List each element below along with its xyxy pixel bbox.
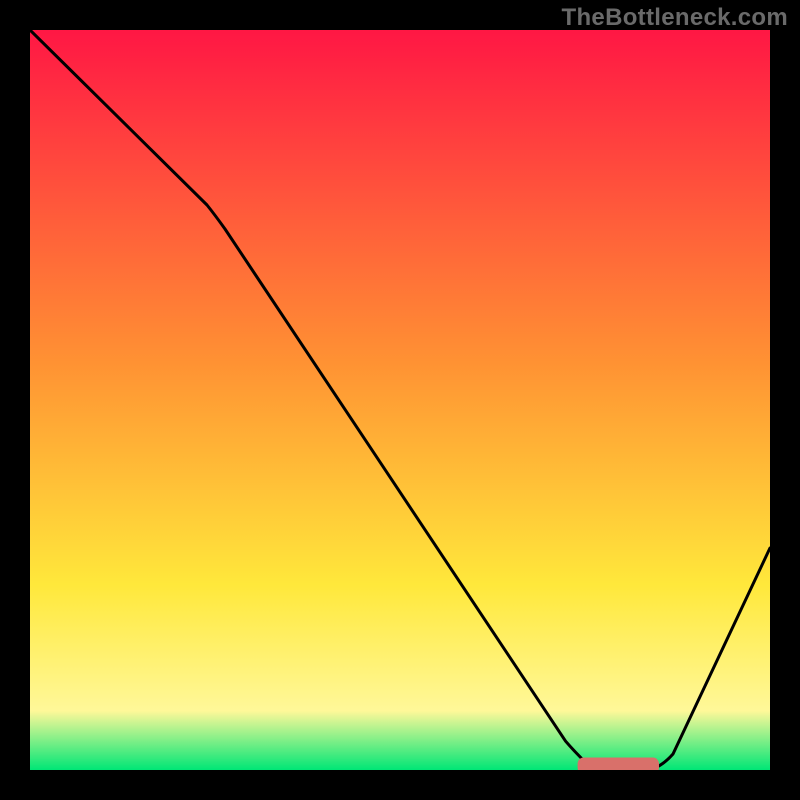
attribution-label: TheBottleneck.com [562, 4, 788, 32]
optimum-marker [578, 758, 659, 770]
plot-svg [30, 30, 770, 770]
chart-frame: TheBottleneck.com [0, 0, 800, 800]
plot-area [30, 30, 770, 770]
